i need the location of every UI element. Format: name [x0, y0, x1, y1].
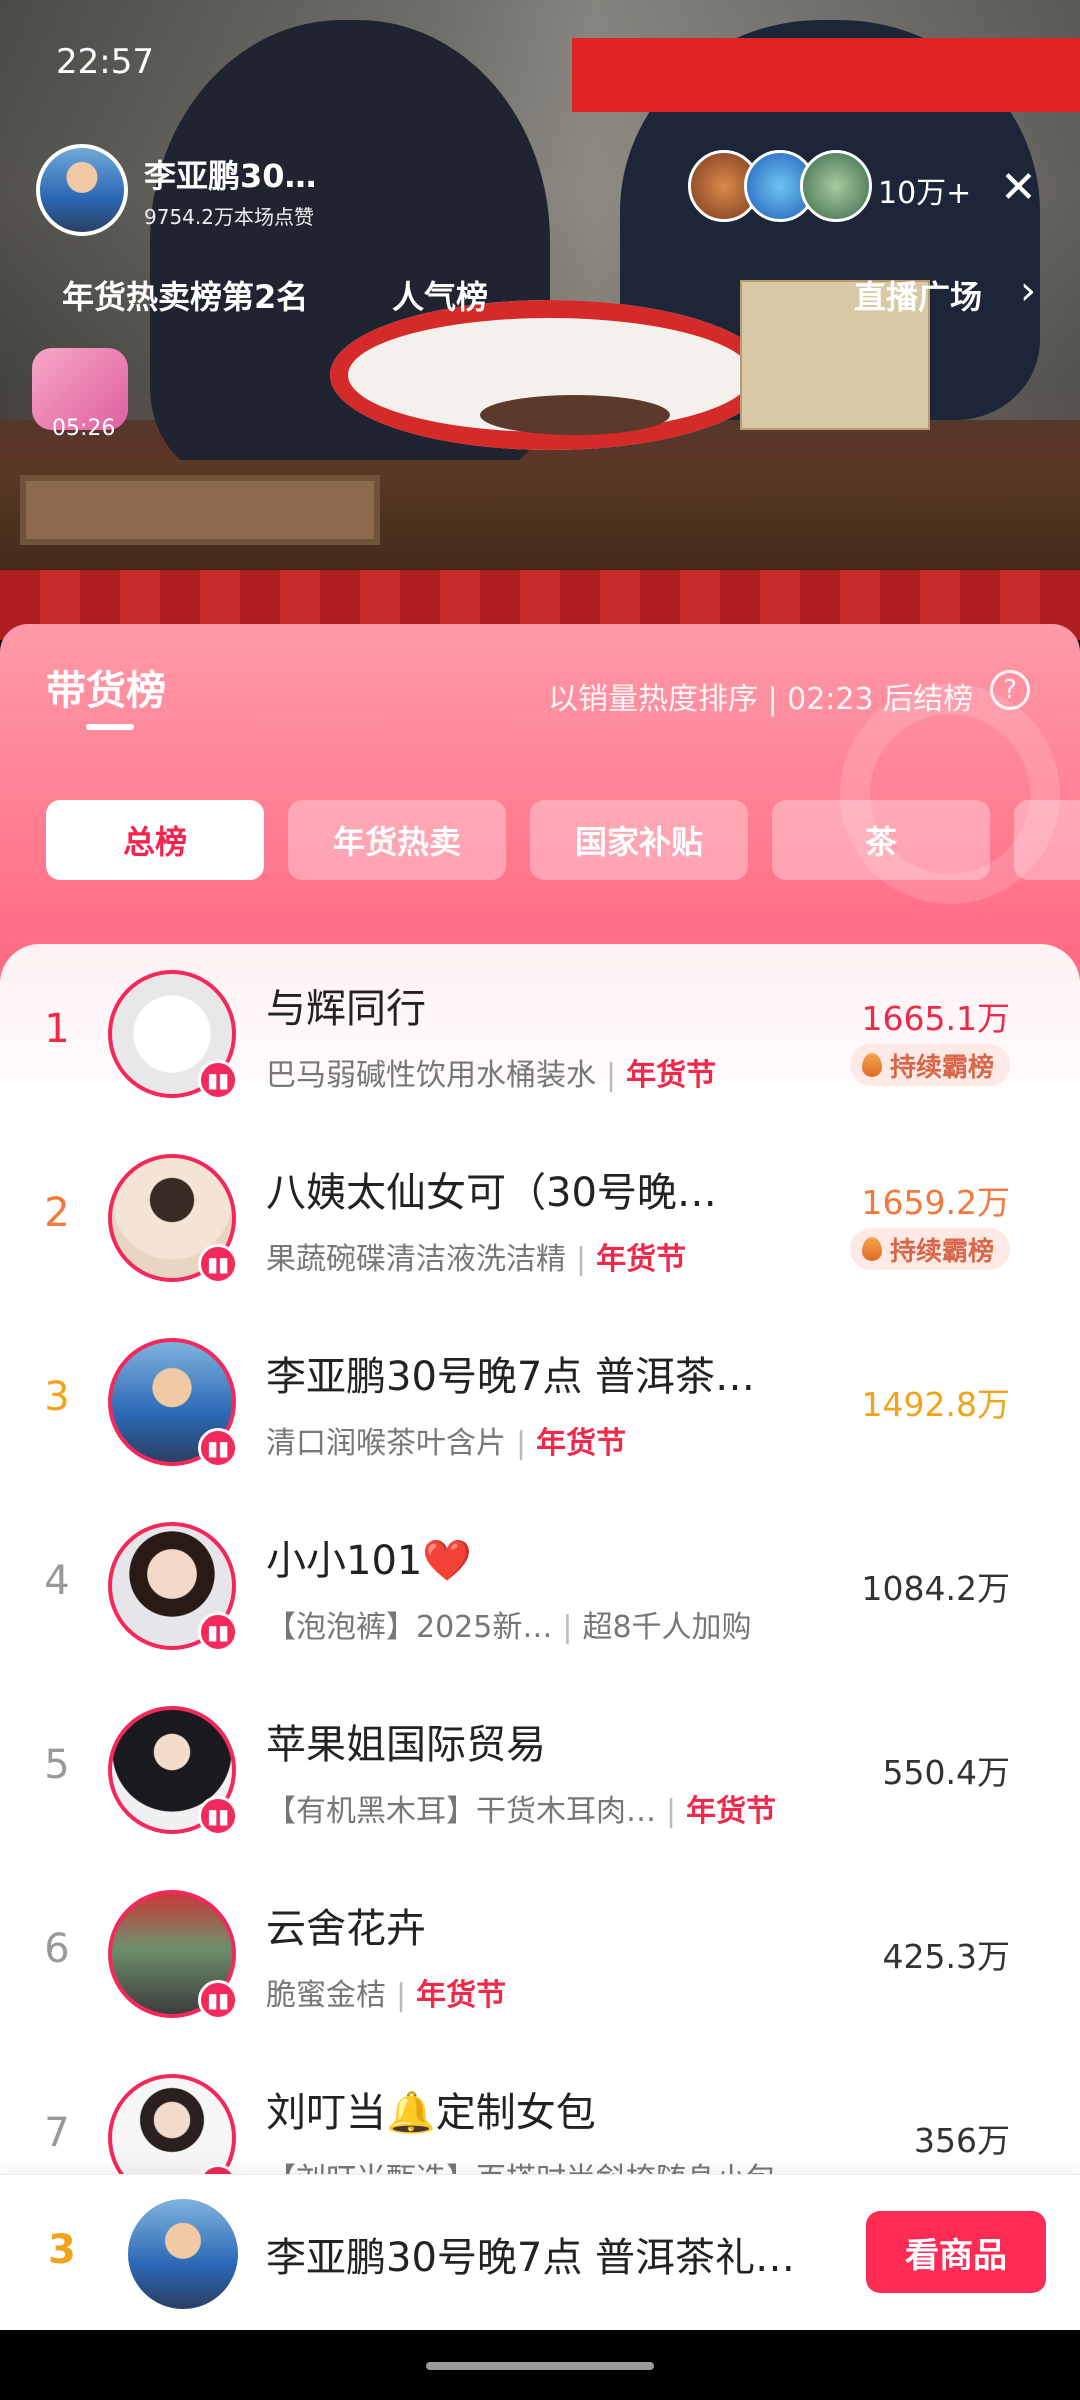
flame-icon	[861, 1237, 882, 1261]
festival-tag: 年货节	[416, 1978, 507, 2013]
ranking-list[interactable]: 1 ▮▮ 与辉同行 巴马弱碱性饮用水桶装水 | 年货节 1665.1万 持续霸榜 2…	[0, 944, 1080, 2344]
sales-value: 550.4万	[882, 1753, 1010, 1792]
sales-value: 356万	[914, 2121, 1010, 2160]
rank-number: 2	[44, 1190, 70, 1236]
viewer-count[interactable]: 10万+	[878, 168, 971, 212]
live-indicator-icon: ▮▮	[198, 1980, 238, 2020]
sales-value: 425.3万	[882, 1937, 1010, 1976]
sales-value: 1084.2万	[861, 1569, 1010, 1608]
popularity-tag[interactable]: 人气榜	[392, 272, 488, 318]
host-likes: 9754.2万本场点赞	[144, 204, 314, 229]
home-indicator[interactable]	[426, 2362, 654, 2370]
festival-tag: 年货节	[686, 1794, 777, 1829]
product-line: 果蔬碗碟清洁液洗洁精 | 年货节	[266, 1242, 687, 1277]
streamer-name[interactable]: 李亚鹏30号晚7点 普洱茶…	[266, 1344, 755, 1402]
streamer-name[interactable]: 小小101❤️	[266, 1528, 472, 1586]
sales-value: 1492.8万	[861, 1385, 1010, 1424]
panel-title: 带货榜	[46, 668, 166, 714]
title-underline	[86, 724, 134, 730]
sales-value: 1665.1万	[861, 999, 1010, 1038]
product-line: 【有机黑木耳】干货木耳肉… | 年货节	[266, 1794, 777, 1829]
live-indicator-icon: ▮▮	[198, 1428, 238, 1468]
rank-number: 7	[44, 2110, 70, 2156]
status-time: 22:57	[56, 42, 154, 82]
product-line: 巴马弱碱性饮用水桶装水 | 年货节	[266, 1058, 717, 1093]
tab-new-year-goods[interactable]: 年货热卖	[288, 800, 506, 880]
rank-number: 3	[44, 1374, 70, 1420]
rank-number: 1	[44, 1006, 70, 1052]
redaction-bar	[572, 38, 1080, 112]
product-line: 【泡泡裤】2025新… | 超8千人加购	[266, 1610, 752, 1645]
list-item[interactable]: 6 ▮▮ 云舍花卉 脆蜜金桔 | 年货节 425.3万	[0, 1864, 1080, 2048]
status-badge: 持续霸榜	[849, 1228, 1010, 1270]
host-avatar[interactable]	[36, 144, 128, 236]
streamer-name[interactable]: 八姨太仙女可（30号晚…	[266, 1160, 717, 1218]
current-rank: 3	[48, 2227, 76, 2273]
status-badge: 持续霸榜	[849, 1044, 1010, 1086]
avatar[interactable]	[128, 2199, 238, 2309]
streamer-name[interactable]: 刘叮当🔔定制女包	[266, 2080, 596, 2138]
product-name: 脆蜜金桔	[266, 1978, 386, 2013]
product-name: 清口润喉茶叶含片	[266, 1426, 506, 1461]
viewer-avatars[interactable]	[688, 150, 872, 222]
live-plaza-link[interactable]: 直播广场	[854, 272, 982, 318]
category-tabs: 总榜 年货热卖 国家补贴 茶	[46, 800, 1080, 880]
cart-count-tag: 超8千人加购	[582, 1610, 752, 1645]
rank-number: 6	[44, 1926, 70, 1972]
tab-tea[interactable]: 茶	[772, 800, 990, 880]
product-name: 果蔬碗碟清洁液洗洁精	[266, 1242, 566, 1277]
rank-number: 5	[44, 1742, 70, 1788]
current-streamer-bar[interactable]: 3 李亚鹏30号晚7点 普洱茶礼… 看商品	[0, 2174, 1080, 2330]
live-indicator-icon: ▮▮	[198, 1060, 238, 1100]
live-video[interactable]: 22:57 李亚鹏30… 9754.2万本场点赞 10万+ ✕ 年货热卖榜第2名…	[0, 0, 1080, 640]
list-item[interactable]: 2 ▮▮ 八姨太仙女可（30号晚… 果蔬碗碟清洁液洗洁精 | 年货节 1659.2万…	[0, 1128, 1080, 1312]
rank-number: 4	[44, 1558, 70, 1604]
gift-timer: 05:26	[52, 416, 116, 441]
live-indicator-icon: ▮▮	[198, 1244, 238, 1284]
live-indicator-icon: ▮▮	[198, 1796, 238, 1836]
product-name: 巴马弱碱性饮用水桶装水	[266, 1058, 596, 1093]
tab-overall[interactable]: 总榜	[46, 800, 264, 880]
product-name: 【泡泡裤】2025新…	[266, 1610, 553, 1645]
product-line: 清口润喉茶叶含片 | 年货节	[266, 1426, 627, 1461]
list-item[interactable]: 4 ▮▮ 小小101❤️ 【泡泡裤】2025新… | 超8千人加购 1084.2万	[0, 1496, 1080, 1680]
help-icon[interactable]: ?	[990, 670, 1030, 710]
list-item[interactable]: 3 ▮▮ 李亚鹏30号晚7点 普洱茶… 清口润喉茶叶含片 | 年货节 1492.8万	[0, 1312, 1080, 1496]
festival-tag: 年货节	[626, 1058, 717, 1093]
list-item[interactable]: 5 ▮▮ 苹果姐国际贸易 【有机黑木耳】干货木耳肉… | 年货节 550.4万	[0, 1680, 1080, 1864]
sort-info: 以销量热度排序 | 02:23 后结榜	[548, 682, 974, 717]
sales-ranking-panel: 带货榜 以销量热度排序 | 02:23 后结榜 ? 总榜 年货热卖 国家补贴 茶…	[0, 624, 1080, 2344]
video-tea-cake	[480, 395, 670, 435]
list-item[interactable]: 1 ▮▮ 与辉同行 巴马弱碱性饮用水桶装水 | 年货节 1665.1万 持续霸榜	[0, 944, 1080, 1128]
host-info[interactable]: 李亚鹏30… 9754.2万本场点赞	[36, 144, 317, 236]
view-products-button[interactable]: 看商品	[866, 2211, 1046, 2293]
rank-tag[interactable]: 年货热卖榜第2名	[62, 272, 308, 318]
product-line: 脆蜜金桔 | 年货节	[266, 1978, 507, 2013]
streamer-name[interactable]: 苹果姐国际贸易	[266, 1712, 546, 1770]
host-name[interactable]: 李亚鹏30…	[144, 151, 317, 197]
viewer-avatar[interactable]	[800, 150, 872, 222]
sales-value: 1659.2万	[861, 1183, 1010, 1222]
video-tea-tray	[20, 475, 380, 545]
festival-tag: 年货节	[536, 1426, 627, 1461]
festival-tag: 年货节	[596, 1242, 687, 1277]
product-name: 【有机黑木耳】干货木耳肉…	[266, 1794, 656, 1829]
flame-icon	[861, 1053, 882, 1077]
streamer-name[interactable]: 云舍花卉	[266, 1896, 426, 1954]
current-streamer-title[interactable]: 李亚鹏30号晚7点 普洱茶礼…	[266, 2225, 795, 2283]
close-icon[interactable]: ✕	[1000, 166, 1037, 210]
live-indicator-icon: ▮▮	[198, 1612, 238, 1652]
streamer-name[interactable]: 与辉同行	[266, 976, 426, 1034]
tab-national-subsidy[interactable]: 国家补贴	[530, 800, 748, 880]
chevron-right-icon[interactable]: ›	[1020, 268, 1036, 314]
tab-more[interactable]	[1014, 800, 1080, 880]
